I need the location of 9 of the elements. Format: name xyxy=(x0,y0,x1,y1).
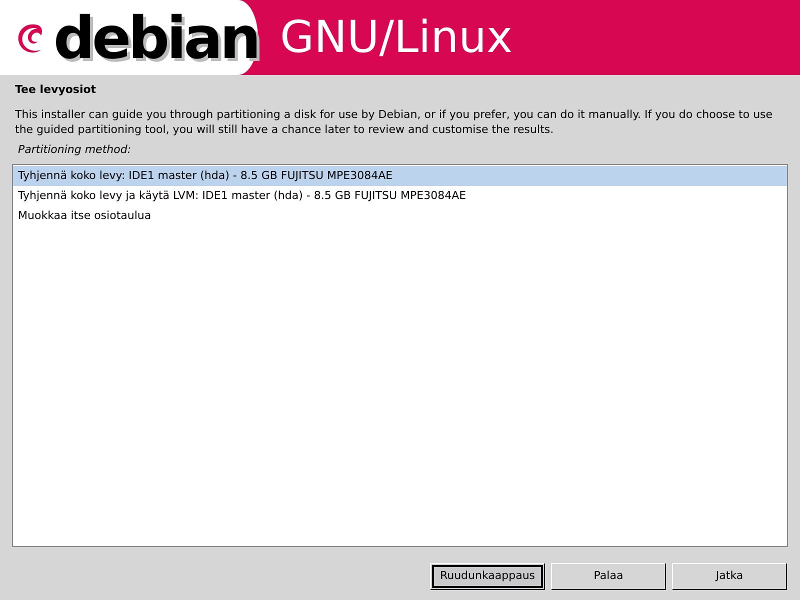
page-heading: Tee levyosiot xyxy=(15,82,98,98)
logo-text: debian xyxy=(53,8,258,66)
banner-title: GNU/Linux xyxy=(280,16,513,60)
dialog-button[interactable]: Ruudunkaappaus xyxy=(430,563,545,590)
dialog-button[interactable]: Palaa xyxy=(551,563,666,590)
list-label: Partitioning method: xyxy=(18,142,132,158)
list-item[interactable]: Tyhjennä koko levy: IDE1 master (hda) - 8.5 GB FUJITSU MPE3084AE xyxy=(13,166,787,186)
dialog-button[interactable]: Jatka xyxy=(672,563,787,590)
description: This installer can guide you through partitioning a disk for use by Debian, or if you prefer, you can do it manually. If you do choose to use the guided partitioning tool, you will still have a chance later to review and customise the results. xyxy=(15,106,774,136)
